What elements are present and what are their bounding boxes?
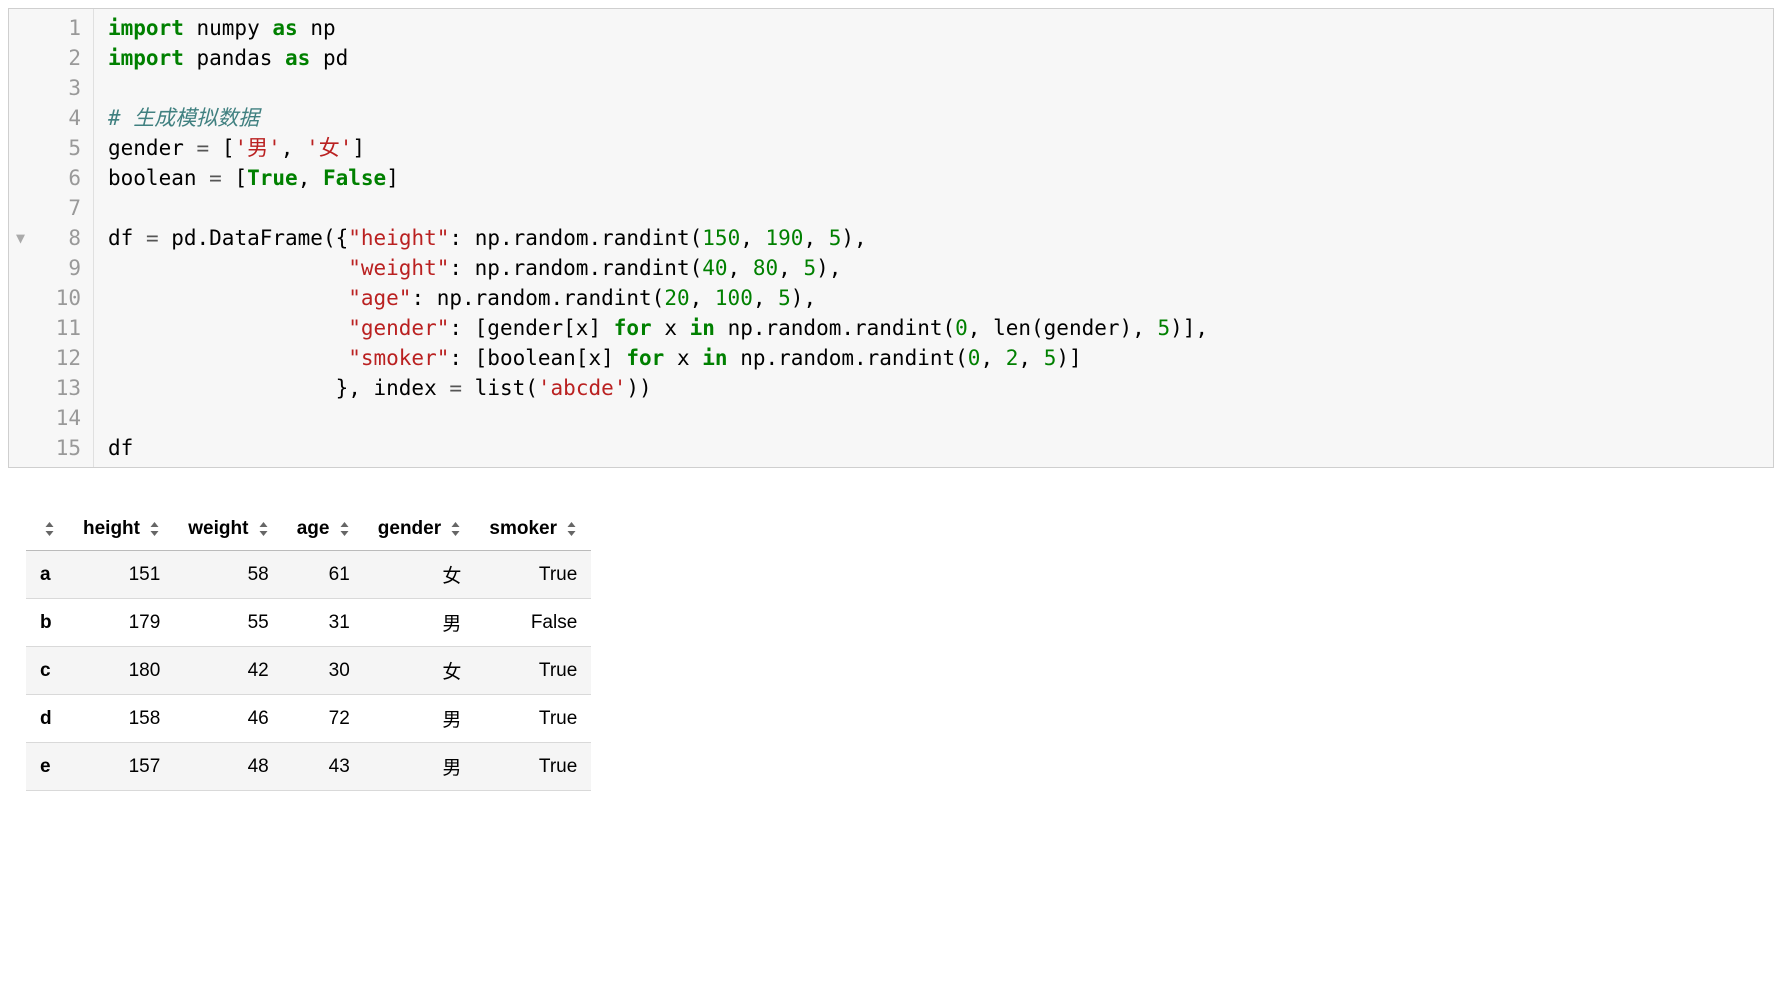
cell-smoker: True [475,743,591,791]
cell-weight: 42 [174,647,282,695]
line-number: 6 [9,163,93,193]
row-index: c [26,647,69,695]
cell-gender: 男 [364,695,476,743]
column-header-weight[interactable]: weight [174,508,282,551]
cell-weight: 55 [174,599,282,647]
line-number: 14 [9,403,93,433]
cell-height: 157 [69,743,174,791]
cell-age: 72 [283,695,364,743]
fold-icon[interactable]: ▼ [16,223,25,253]
row-index: b [26,599,69,647]
row-index: a [26,551,69,599]
line-number: 3 [9,73,93,103]
cell-height: 158 [69,695,174,743]
index-header[interactable] [26,508,69,551]
line-number: 9 [9,253,93,283]
line-number: 12 [9,343,93,373]
sort-icon[interactable] [450,521,461,537]
cell-weight: 48 [174,743,282,791]
cell-height: 179 [69,599,174,647]
dataframe-table: height weight age gender smoker a1515861… [26,508,591,791]
line-number: 4 [9,103,93,133]
table-row: b1795531男False [26,599,591,647]
table-row: a1515861女True [26,551,591,599]
line-number: 10 [9,283,93,313]
dataframe-output: height weight age gender smoker a1515861… [26,508,1774,791]
cell-gender: 女 [364,551,476,599]
cell-age: 30 [283,647,364,695]
cell-weight: 46 [174,695,282,743]
column-header-gender[interactable]: gender [364,508,476,551]
column-header-smoker[interactable]: smoker [475,508,591,551]
line-number: 15 [9,433,93,463]
cell-gender: 男 [364,599,476,647]
line-number: 5 [9,133,93,163]
table-row: c1804230女True [26,647,591,695]
sort-icon[interactable] [339,521,350,537]
line-number: 13 [9,373,93,403]
cell-gender: 女 [364,647,476,695]
cell-weight: 58 [174,551,282,599]
code-cell: 1 2 3 4 5 6 7 ▼8 9 10 11 12 13 14 15 imp… [8,8,1774,468]
line-number: 1 [9,13,93,43]
cell-height: 180 [69,647,174,695]
cell-smoker: True [475,551,591,599]
table-row: d1584672男True [26,695,591,743]
cell-age: 31 [283,599,364,647]
sort-icon[interactable] [44,521,55,537]
sort-icon[interactable] [149,521,160,537]
cell-height: 151 [69,551,174,599]
cell-age: 43 [283,743,364,791]
line-number: ▼8 [9,223,93,253]
line-number: 7 [9,193,93,223]
sort-icon[interactable] [566,521,577,537]
code-editor[interactable]: import numpy as np import pandas as pd #… [94,9,1773,467]
cell-gender: 男 [364,743,476,791]
cell-age: 61 [283,551,364,599]
cell-smoker: True [475,647,591,695]
line-number: 2 [9,43,93,73]
column-header-height[interactable]: height [69,508,174,551]
line-number: 11 [9,313,93,343]
row-index: e [26,743,69,791]
cell-smoker: True [475,695,591,743]
line-gutter: 1 2 3 4 5 6 7 ▼8 9 10 11 12 13 14 15 [9,9,94,467]
cell-smoker: False [475,599,591,647]
column-header-age[interactable]: age [283,508,364,551]
table-row: e1574843男True [26,743,591,791]
sort-icon[interactable] [258,521,269,537]
row-index: d [26,695,69,743]
